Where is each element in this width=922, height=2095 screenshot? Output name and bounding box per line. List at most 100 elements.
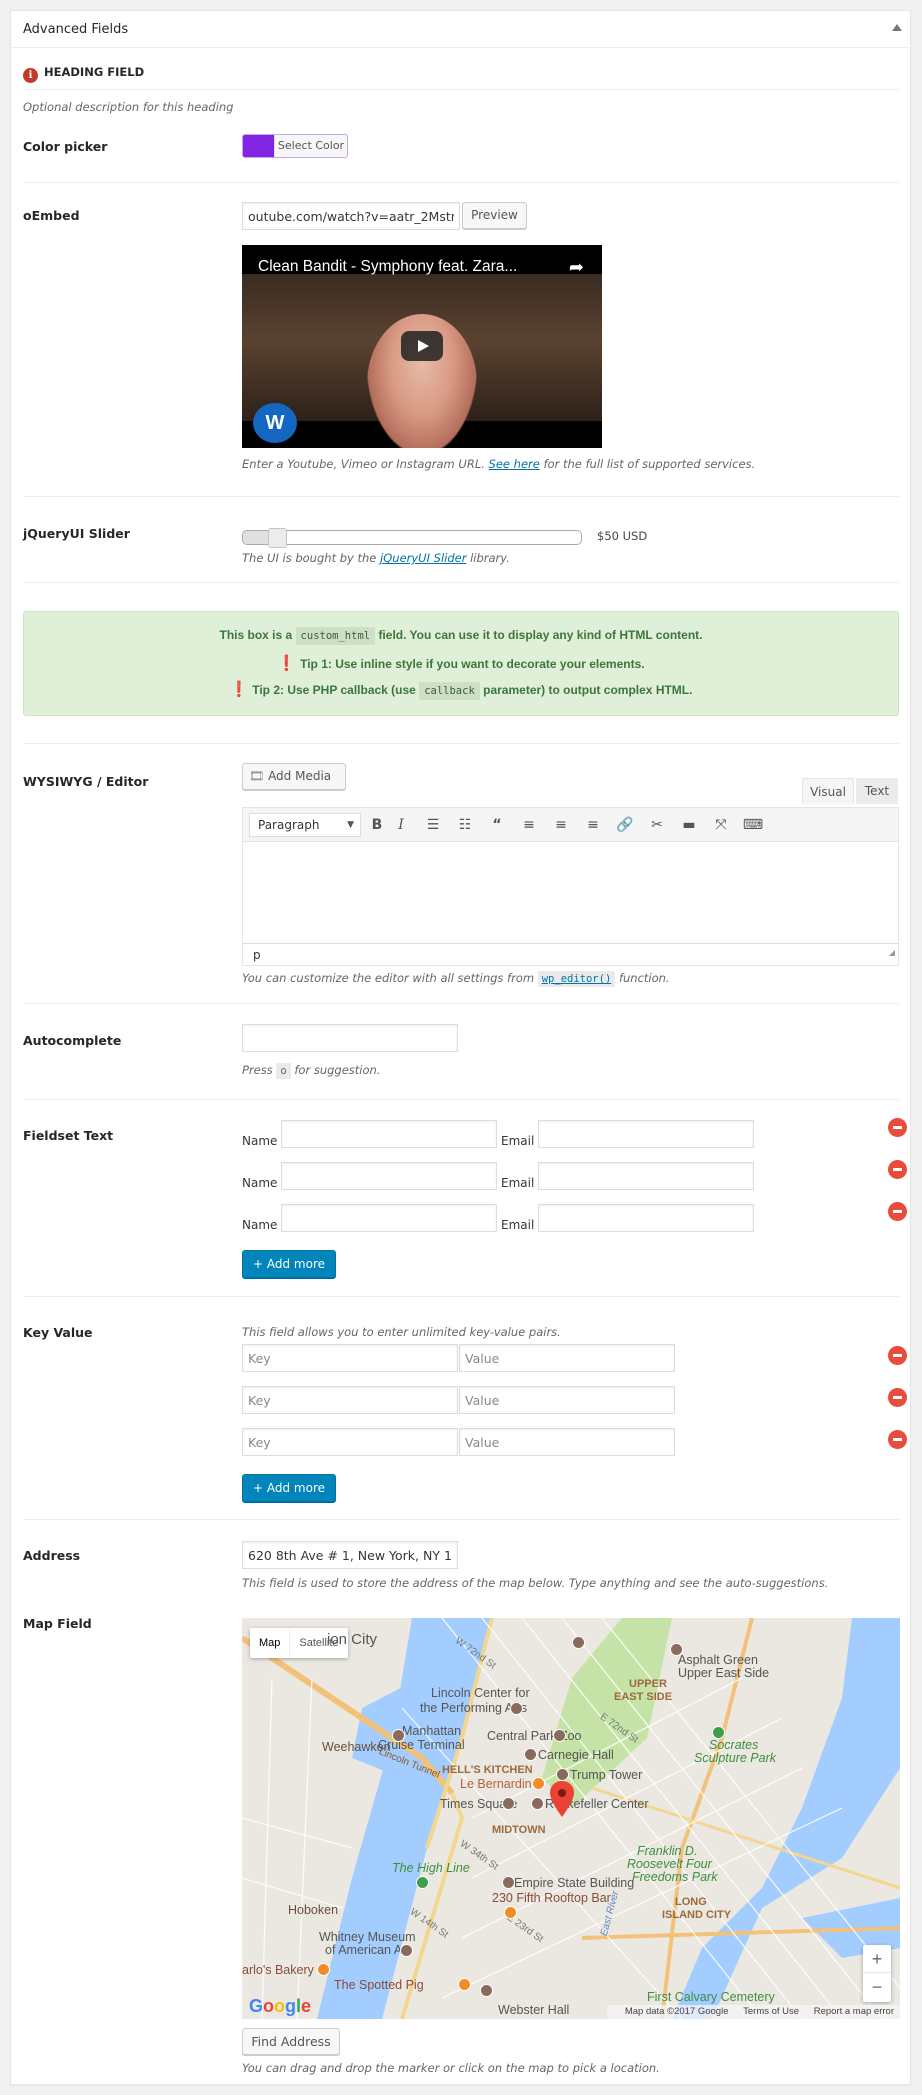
value-input[interactable] — [459, 1344, 675, 1372]
oembed-url-input[interactable] — [242, 202, 460, 230]
map-label: Asphalt Green — [678, 1653, 758, 1667]
poi-icon[interactable] — [480, 1984, 493, 1997]
fieldset-add-more-button[interactable]: + Add more — [242, 1250, 336, 1278]
element-path[interactable]: p — [253, 948, 261, 962]
email-input[interactable] — [538, 1120, 754, 1148]
link-icon[interactable]: 🔗 — [613, 814, 637, 836]
restaurant-icon[interactable] — [532, 1777, 545, 1790]
poi-icon[interactable] — [670, 1643, 683, 1656]
poi-icon[interactable] — [553, 1729, 566, 1742]
find-address-button[interactable]: Find Address — [242, 2028, 340, 2055]
key-input[interactable] — [242, 1344, 458, 1372]
align-center-icon[interactable]: ≡ — [549, 814, 573, 836]
poi-icon[interactable] — [510, 1702, 523, 1715]
zoom-control: + − — [863, 1945, 891, 2002]
key-input[interactable] — [242, 1428, 458, 1456]
google-logo[interactable]: Google — [249, 1996, 311, 2017]
wp-editor-link[interactable]: wp_editor() — [538, 971, 616, 987]
align-right-icon[interactable]: ≡ — [581, 814, 605, 836]
poi-icon[interactable] — [502, 1797, 515, 1810]
poi-icon[interactable] — [400, 1944, 413, 1957]
metabox-header[interactable]: Advanced Fields — [11, 11, 910, 48]
remove-row-icon[interactable] — [888, 1118, 907, 1137]
read-more-icon[interactable]: ▬ — [677, 814, 701, 836]
poi-icon[interactable] — [392, 1729, 405, 1742]
zoom-out-button[interactable]: − — [863, 1973, 891, 2001]
format-select[interactable]: Paragraph ▼ — [249, 813, 361, 837]
add-media-button[interactable]: 🎞 Add Media — [242, 763, 346, 790]
email-input[interactable] — [538, 1162, 754, 1190]
tab-text[interactable]: Text — [856, 778, 898, 804]
chevron-down-icon: ▼ — [347, 814, 354, 836]
video-title[interactable]: Clean Bandit - Symphony feat. Zara... — [258, 258, 517, 276]
heading-field: iHEADING FIELD — [23, 65, 144, 83]
price-slider[interactable] — [242, 530, 582, 545]
map-label: Freedoms Park — [632, 1870, 717, 1884]
align-left-icon[interactable]: ≡ — [517, 814, 541, 836]
divider — [23, 1099, 899, 1100]
park-icon[interactable] — [712, 1726, 725, 1739]
jqueryui-slider-link[interactable]: jQueryUI Slider — [380, 551, 466, 565]
restaurant-icon[interactable] — [317, 1963, 330, 1976]
map-label: ISLAND CITY — [662, 1909, 731, 1921]
name-input[interactable] — [281, 1120, 497, 1148]
value-input[interactable] — [459, 1386, 675, 1414]
restaurant-icon[interactable] — [458, 1978, 471, 1991]
slider-handle[interactable] — [268, 528, 287, 548]
toolbar-toggle-icon[interactable]: ⌨ — [741, 814, 765, 836]
poi-icon[interactable] — [531, 1797, 544, 1810]
numbered-list-icon[interactable]: ☷ — [453, 814, 477, 836]
collapse-toggle-icon[interactable] — [892, 24, 902, 31]
channel-logo[interactable]: W — [253, 403, 297, 443]
poi-icon[interactable] — [572, 1636, 585, 1649]
bold-icon[interactable]: B — [365, 814, 389, 836]
bullet-list-icon[interactable]: ☰ — [421, 814, 445, 836]
map-label: Manhattan — [402, 1724, 461, 1738]
remove-row-icon[interactable] — [888, 1388, 907, 1407]
map-type-map[interactable]: Map — [250, 1628, 289, 1658]
remove-row-icon[interactable] — [888, 1346, 907, 1365]
google-map[interactable]: Map Satellite ion City Weehawken Lincoln… — [242, 1618, 900, 2019]
video-embed[interactable]: Clean Bandit - Symphony feat. Zara... ➦ … — [242, 245, 602, 448]
remove-row-icon[interactable] — [888, 1430, 907, 1449]
value-input[interactable] — [459, 1428, 675, 1456]
remove-row-icon[interactable] — [888, 1202, 907, 1221]
poi-icon[interactable] — [524, 1748, 537, 1761]
zoom-in-button[interactable]: + — [863, 1945, 891, 1973]
email-input[interactable] — [538, 1204, 754, 1232]
preview-button[interactable]: Preview — [462, 202, 527, 229]
text: field. You can use it to display any kin… — [378, 628, 702, 642]
tab-visual[interactable]: Visual — [802, 778, 854, 804]
fullscreen-icon[interactable]: ⤧ — [709, 814, 733, 836]
share-icon[interactable]: ➦ — [569, 257, 584, 278]
key-input[interactable] — [242, 1386, 458, 1414]
poi-icon[interactable] — [502, 1876, 515, 1889]
resize-handle-icon[interactable]: ◢ — [889, 942, 895, 964]
key-value-add-more-button[interactable]: + Add more — [242, 1474, 336, 1502]
report-map-error-link[interactable]: Report a map error — [814, 2006, 894, 2017]
poi-icon[interactable] — [556, 1768, 569, 1781]
play-button-icon[interactable] — [401, 331, 443, 361]
map-label: Whitney Museum — [319, 1930, 416, 1944]
map-label: UPPER — [629, 1678, 667, 1690]
see-here-link[interactable]: See here — [489, 457, 540, 471]
name-input[interactable] — [281, 1162, 497, 1190]
slider-value: $50 USD — [597, 529, 647, 543]
divider — [23, 182, 899, 183]
park-icon[interactable] — [416, 1876, 429, 1889]
italic-icon[interactable]: I — [389, 814, 413, 836]
blockquote-icon[interactable]: “ — [485, 814, 509, 836]
remove-row-icon[interactable] — [888, 1160, 907, 1179]
advanced-fields-metabox: Advanced Fields iHEADING FIELD Optional … — [10, 10, 911, 2085]
terms-of-use-link[interactable]: Terms of Use — [743, 2006, 799, 2017]
autocomplete-input[interactable] — [242, 1024, 458, 1052]
editor-content-area[interactable] — [242, 841, 899, 944]
divider — [23, 743, 899, 744]
address-input[interactable] — [242, 1541, 458, 1569]
heading-title: HEADING FIELD — [44, 65, 144, 79]
unlink-icon[interactable]: ✂ — [645, 814, 669, 836]
bar-icon[interactable] — [504, 1906, 517, 1919]
select-color-button[interactable]: Select Color — [242, 134, 348, 158]
map-marker-icon[interactable] — [550, 1781, 574, 1817]
name-input[interactable] — [281, 1204, 497, 1232]
